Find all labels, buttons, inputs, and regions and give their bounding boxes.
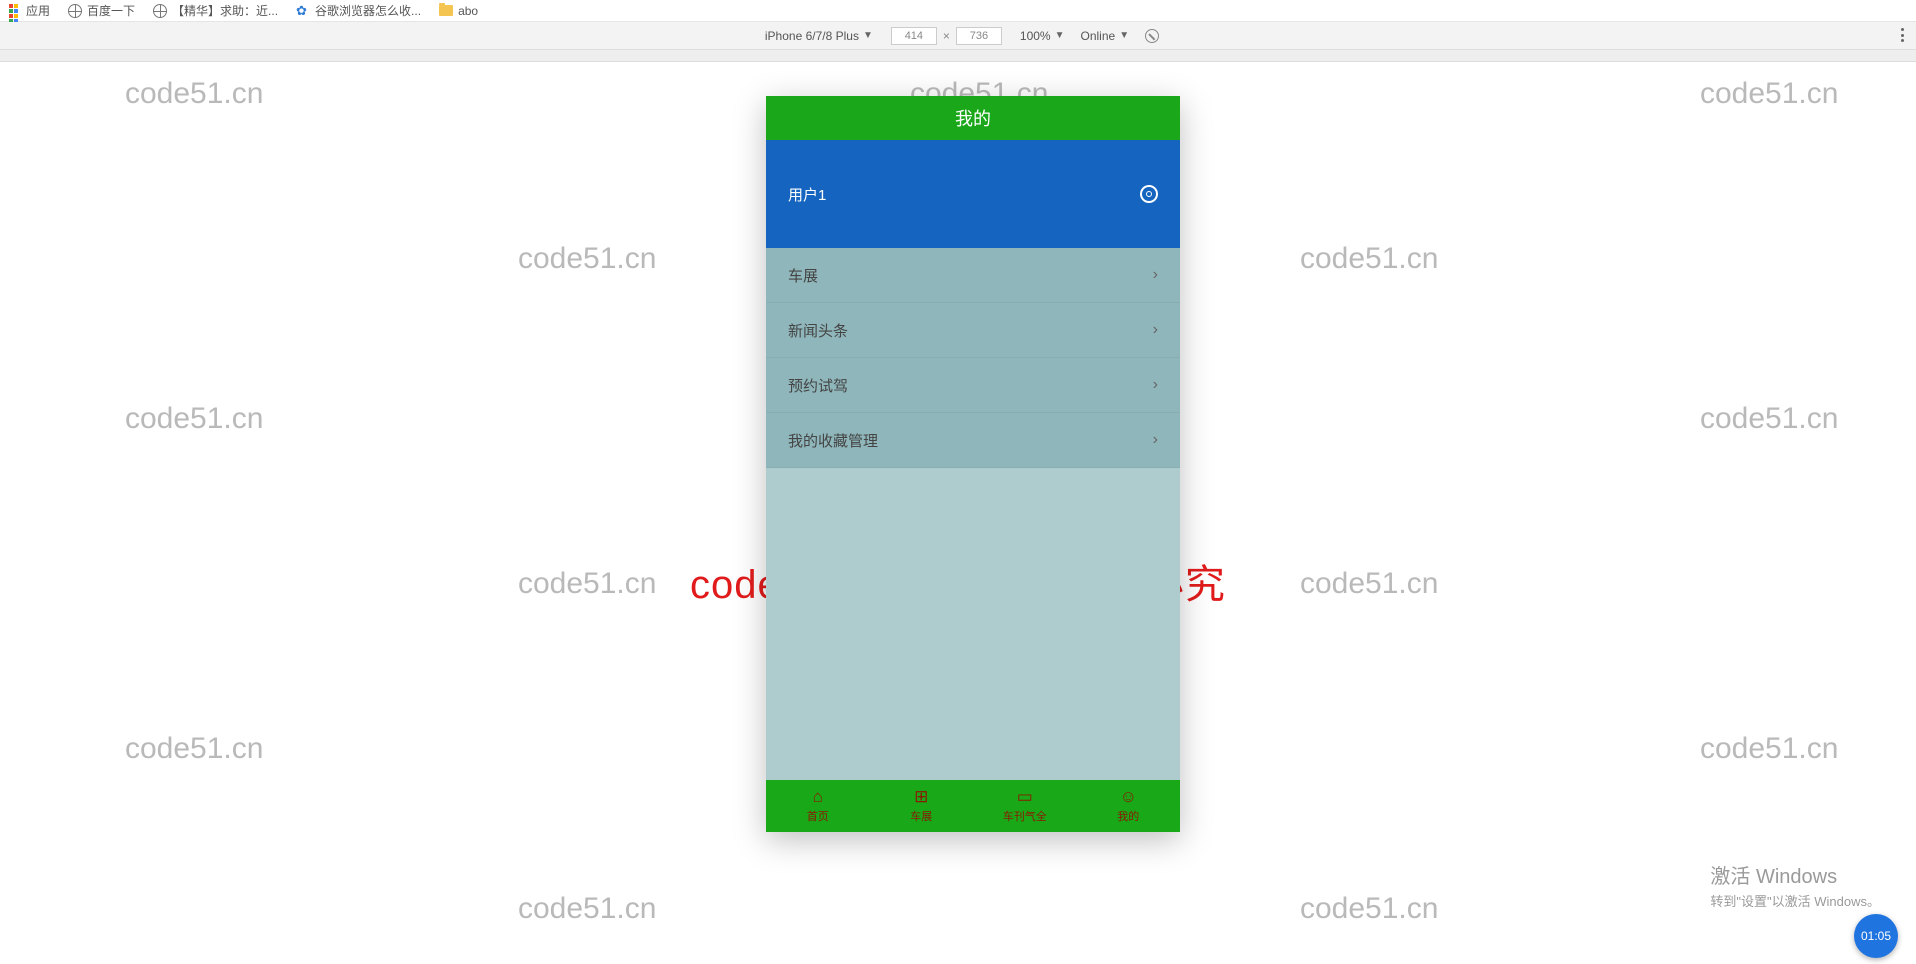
height-input[interactable]: 736: [956, 27, 1002, 45]
bookmark-item-abo[interactable]: abo: [439, 4, 478, 18]
globe-icon: [68, 4, 82, 18]
chevron-right-icon: ›: [1153, 266, 1158, 284]
watermark: code51.cn: [518, 242, 656, 276]
device-select[interactable]: iPhone 6/7/8 Plus ▼: [765, 29, 873, 43]
tab-label: 首页: [807, 808, 829, 824]
more-menu-button[interactable]: [1901, 28, 1904, 42]
username-label: 用户1: [788, 184, 826, 205]
windows-activation-notice: 激活 Windows 转到"设置"以激活 Windows。: [1710, 860, 1880, 910]
apps-grid-icon: [8, 4, 22, 18]
user-icon: ☺: [1120, 788, 1137, 805]
menu-item-label: 新闻头条: [788, 320, 848, 341]
watermark: code51.cn: [1300, 567, 1438, 601]
chevron-right-icon: ›: [1153, 321, 1158, 339]
bookmark-label: 百度一下: [87, 2, 135, 19]
caret-down-icon: ▼: [1055, 30, 1065, 41]
watermark: code51.cn: [1300, 892, 1438, 926]
chevron-right-icon: ›: [1153, 431, 1158, 449]
tab-home[interactable]: ⌂ 首页: [766, 780, 870, 832]
winact-line1: 激活 Windows: [1710, 860, 1880, 889]
tab-magazine[interactable]: ▭ 车刊气全: [973, 780, 1077, 832]
menu-item-testdrive[interactable]: 预约试驾 ›: [766, 358, 1180, 413]
watermark: code51.cn: [125, 77, 263, 111]
tab-label: 我的: [1117, 808, 1139, 824]
menu-list: 车展 › 新闻头条 › 预约试驾 › 我的收藏管理 ›: [766, 248, 1180, 468]
menu-item-news[interactable]: 新闻头条 ›: [766, 303, 1180, 358]
device-label: iPhone 6/7/8 Plus: [765, 29, 859, 43]
caret-down-icon: ▼: [1119, 30, 1129, 41]
menu-item-favorites[interactable]: 我的收藏管理 ›: [766, 413, 1180, 468]
devtools-device-toolbar: iPhone 6/7/8 Plus ▼ 414 × 736 100% ▼ Onl…: [0, 22, 1916, 50]
user-header[interactable]: 用户1: [766, 140, 1180, 248]
watermark: code51.cn: [1700, 77, 1838, 111]
menu-item-carshow[interactable]: 车展 ›: [766, 248, 1180, 303]
winact-line2: 转到"设置"以激活 Windows。: [1710, 891, 1880, 910]
network-label: Online: [1081, 29, 1116, 43]
menu-item-label: 我的收藏管理: [788, 430, 878, 451]
viewport: code51.cn code51.cn code51.cn code51.cn …: [0, 62, 1916, 964]
caret-down-icon: ▼: [863, 30, 873, 41]
watermark: code51.cn: [1700, 402, 1838, 436]
clock-time: 01:05: [1861, 929, 1891, 943]
watermark: code51.cn: [1700, 732, 1838, 766]
watermark: code51.cn: [125, 732, 263, 766]
bookmark-label: 【精华】求助：近...: [172, 2, 278, 19]
apps-label: 应用: [26, 2, 50, 19]
device-preview: 我的 用户1 车展 › 新闻头条 › 预约试驾 › 我的收藏管理 ›: [766, 96, 1180, 832]
network-select[interactable]: Online ▼: [1081, 29, 1130, 43]
page-title-bar: 我的: [766, 96, 1180, 140]
times-icon: ×: [943, 29, 950, 43]
zoom-label: 100%: [1020, 29, 1051, 43]
zoom-select[interactable]: 100% ▼: [1020, 29, 1065, 43]
grid-icon: ⊞: [914, 788, 928, 805]
bookmark-bar: 应用 百度一下 【精华】求助：近... ✿ 谷歌浏览器怎么收... abo: [0, 0, 1916, 22]
watermark: code51.cn: [518, 567, 656, 601]
home-icon: ⌂: [813, 788, 823, 805]
recording-clock-badge[interactable]: 01:05: [1854, 914, 1898, 958]
menu-item-label: 预约试驾: [788, 375, 848, 396]
settings-gear-icon[interactable]: [1140, 185, 1158, 203]
chevron-right-icon: ›: [1153, 376, 1158, 394]
bookmark-item-jinghua[interactable]: 【精华】求助：近...: [153, 2, 278, 19]
bookmark-label: abo: [458, 4, 478, 18]
tab-carshow[interactable]: ⊞ 车展: [870, 780, 974, 832]
watermark: code51.cn: [125, 402, 263, 436]
width-input[interactable]: 414: [891, 27, 937, 45]
watermark: code51.cn: [518, 892, 656, 926]
folder-icon: [439, 5, 453, 16]
tab-label: 车展: [910, 808, 932, 824]
paw-icon: ✿: [296, 4, 310, 18]
bookmark-label: 谷歌浏览器怎么收...: [315, 2, 421, 19]
card-icon: ▭: [1017, 788, 1033, 805]
globe-icon: [153, 4, 167, 18]
tab-mine[interactable]: ☺ 我的: [1077, 780, 1181, 832]
bookmark-item-baidu[interactable]: 百度一下: [68, 2, 135, 19]
apps-button[interactable]: 应用: [8, 2, 50, 19]
dimensions-group: 414 × 736: [889, 27, 1004, 45]
watermark: code51.cn: [1300, 242, 1438, 276]
bottom-tabbar: ⌂ 首页 ⊞ 车展 ▭ 车刊气全 ☺ 我的: [766, 780, 1180, 832]
tab-label: 车刊气全: [1003, 808, 1047, 824]
menu-item-label: 车展: [788, 265, 818, 286]
ruler-strip: [0, 50, 1916, 62]
page-title: 我的: [955, 105, 991, 131]
bookmark-item-google-collect[interactable]: ✿ 谷歌浏览器怎么收...: [296, 2, 421, 19]
no-throttle-icon[interactable]: [1145, 29, 1159, 43]
